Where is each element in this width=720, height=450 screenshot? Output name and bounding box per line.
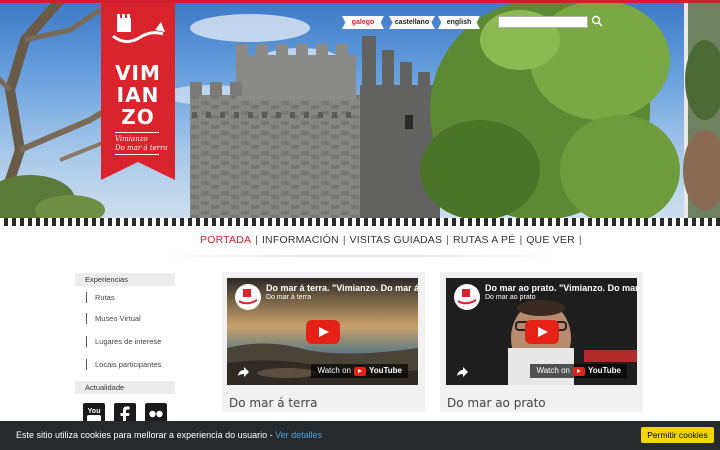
youtube-brand: YouTube	[368, 366, 402, 375]
search-input[interactable]	[498, 16, 588, 28]
main-nav: PORTADA | INFORMACIÓN | VISITAS GUIADAS …	[196, 232, 582, 248]
logo-word-line3: ZO	[121, 105, 155, 129]
sidebar-heading-experiences: Experiencias	[75, 273, 175, 286]
video-title[interactable]: Do mar ao prato. "Vimianzo. Do mar á	[485, 283, 637, 293]
channel-logo-icon	[238, 289, 258, 305]
logo-rule	[115, 132, 159, 133]
nav-informacion[interactable]: INFORMACIÓN	[258, 234, 343, 246]
video-card-title[interactable]: Do mar á terra	[229, 396, 317, 410]
nav-que-ver[interactable]: QUE VER	[522, 234, 579, 246]
lang-english[interactable]: english	[438, 16, 480, 29]
share-icon[interactable]	[456, 367, 468, 377]
play-button[interactable]	[306, 320, 340, 344]
video-embed[interactable]: Do mar á terra. "Vimianzo. Do mar á Do m…	[227, 278, 418, 385]
nav-separator: |	[578, 234, 582, 246]
svg-text:You: You	[88, 408, 101, 415]
video-embed[interactable]: Do mar ao prato. "Vimianzo. Do mar á Do …	[446, 278, 637, 385]
play-icon	[319, 327, 329, 337]
channel-avatar[interactable]	[454, 284, 480, 310]
video-card-title[interactable]: Do mar ao prato	[447, 396, 546, 410]
logo-tagline: Vimianzo Do mar á terra	[115, 135, 175, 153]
youtube-logo-icon	[353, 366, 366, 376]
sidebar-heading-news: Actualidade	[75, 381, 175, 394]
cookie-banner: Este sitio utiliza cookies para mellorar…	[0, 421, 720, 450]
video-title[interactable]: Do mar á terra. "Vimianzo. Do mar á	[266, 283, 418, 293]
channel-avatar[interactable]	[235, 284, 261, 310]
youtube-brand: YouTube	[587, 366, 621, 375]
sidebar-item-lugares[interactable]: Lugares de interese	[86, 336, 161, 347]
video-channel: Do mar á terra	[266, 294, 312, 301]
sidebar-item-rutas[interactable]: Rutas	[86, 292, 115, 303]
logo-rule-bottom	[115, 154, 159, 155]
youtube-logo-icon	[572, 366, 585, 376]
logo-tagline-2: Do mar á terra	[115, 144, 168, 152]
nav-rutas-a-pe[interactable]: RUTAS A PÉ	[449, 234, 520, 246]
play-icon	[538, 327, 548, 337]
lang-galego[interactable]: galego	[342, 16, 384, 29]
top-accent-line	[0, 0, 720, 3]
play-button[interactable]	[525, 320, 559, 344]
cookie-text: Este sitio utiliza cookies para mellorar…	[16, 430, 276, 440]
film-strip-divider	[0, 218, 720, 226]
share-icon[interactable]	[237, 367, 249, 377]
castle-wave-logo-icon	[112, 14, 165, 43]
video-channel: Do mar ao prato	[485, 294, 536, 301]
sidebar-item-museo-virtual[interactable]: Museo Virtual	[86, 313, 141, 324]
lang-castellano[interactable]: castellano	[389, 16, 435, 29]
watch-label: Watch on	[536, 366, 570, 375]
nav-portada[interactable]: PORTADA	[196, 234, 255, 246]
watch-on-youtube-button[interactable]: Watch on YouTube	[530, 364, 627, 378]
logo-word-line2: IAN	[116, 83, 160, 107]
logo-tagline-1: Vimianzo	[115, 135, 148, 143]
sidebar-item-locais[interactable]: Locais participantes	[86, 359, 161, 370]
nav-visitas-guiadas[interactable]: VISITAS GUIADAS	[346, 234, 447, 246]
site-logo[interactable]: VIM IAN ZO Vimianzo Do mar á terra	[101, 0, 175, 180]
search-icon[interactable]	[590, 14, 604, 28]
watch-label: Watch on	[317, 366, 351, 375]
channel-logo-icon	[457, 289, 477, 305]
watch-on-youtube-button[interactable]: Watch on YouTube	[311, 364, 408, 378]
allow-cookies-button[interactable]: Permitir cookies	[641, 427, 714, 443]
nav-shadow	[140, 254, 580, 258]
logo-word-line1: VIM	[115, 61, 161, 85]
cookie-details-link[interactable]: Ver detalles	[275, 430, 322, 440]
cookie-message: Este sitio utiliza cookies para mellorar…	[16, 430, 322, 440]
